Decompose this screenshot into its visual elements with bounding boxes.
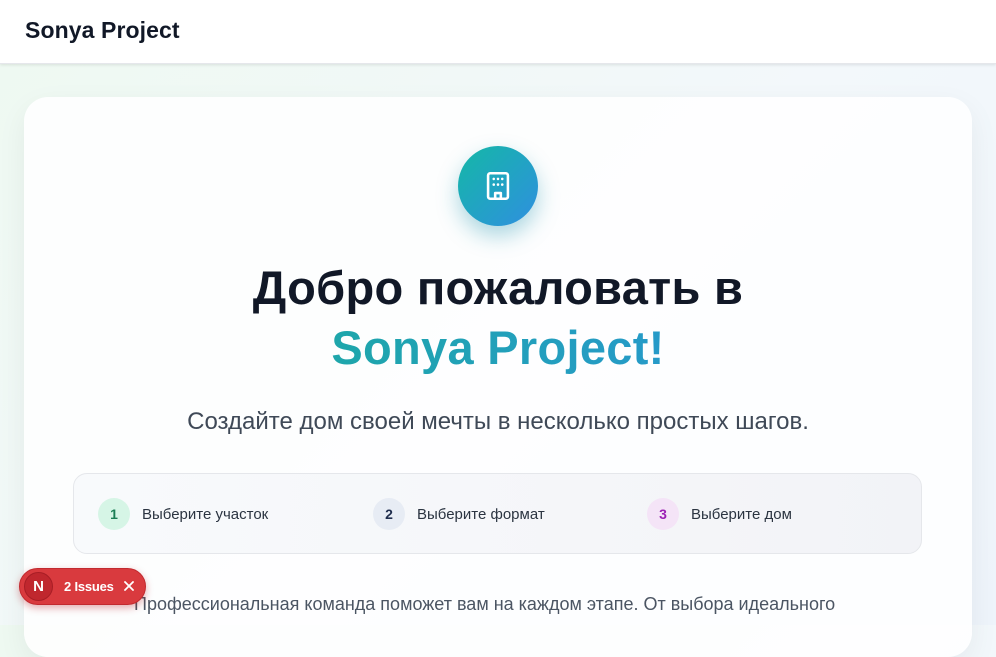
welcome-title-brand: Sonya Project! — [24, 320, 972, 376]
building-icon — [486, 171, 510, 201]
welcome-card: Добро пожаловать в Sonya Project! Создай… — [24, 97, 972, 657]
dev-issues-badge[interactable]: N 2 Issues — [19, 568, 146, 605]
step-number-badge: 3 — [647, 498, 679, 530]
description-text: Профессиональная команда поможет вам на … — [134, 594, 836, 614]
brand-logo-text[interactable]: Sonya Project — [25, 17, 180, 44]
step-choose-format: 2 Выберите формат — [373, 498, 545, 530]
issues-count-label[interactable]: 2 Issues — [64, 579, 114, 594]
dev-tools-avatar[interactable]: N — [24, 572, 53, 601]
steps-panel: 1 Выберите участок 2 Выберите формат 3 В… — [73, 473, 922, 554]
hero-icon-badge — [458, 146, 538, 226]
close-icon[interactable] — [121, 578, 137, 594]
welcome-title: Добро пожаловать в — [252, 261, 744, 314]
welcome-subtitle: Создайте дом своей мечты в несколько про… — [187, 408, 809, 435]
step-number-badge: 1 — [98, 498, 130, 530]
step-label: Выберите участок — [142, 505, 269, 523]
step-label: Выберите дом — [691, 505, 792, 523]
step-choose-house: 3 Выберите дом — [647, 498, 792, 530]
top-navbar: Sonya Project — [0, 0, 996, 64]
step-choose-plot: 1 Выберите участок — [98, 498, 268, 530]
step-number-badge: 2 — [373, 498, 405, 530]
step-label: Выберите формат — [417, 505, 545, 523]
